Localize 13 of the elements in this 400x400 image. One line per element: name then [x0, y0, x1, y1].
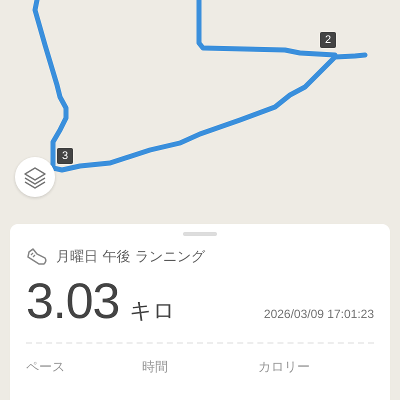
layers-icon	[23, 165, 47, 189]
split-marker: 2	[320, 32, 336, 48]
shoe-icon	[26, 248, 48, 266]
distance-unit: キロ	[129, 298, 176, 326]
stat-label: カロリー	[258, 359, 311, 376]
distance-value: 3.03	[26, 272, 120, 330]
layers-button[interactable]	[15, 157, 55, 197]
stat-label: 時間	[142, 359, 169, 376]
stat-label: ペース	[26, 359, 66, 376]
activity-title: 月曜日 午後 ランニング	[56, 248, 205, 266]
activity-datetime: 2026/03/09 17:01:23	[264, 307, 374, 321]
split-marker: 3	[57, 148, 73, 164]
drag-handle[interactable]	[183, 232, 217, 236]
